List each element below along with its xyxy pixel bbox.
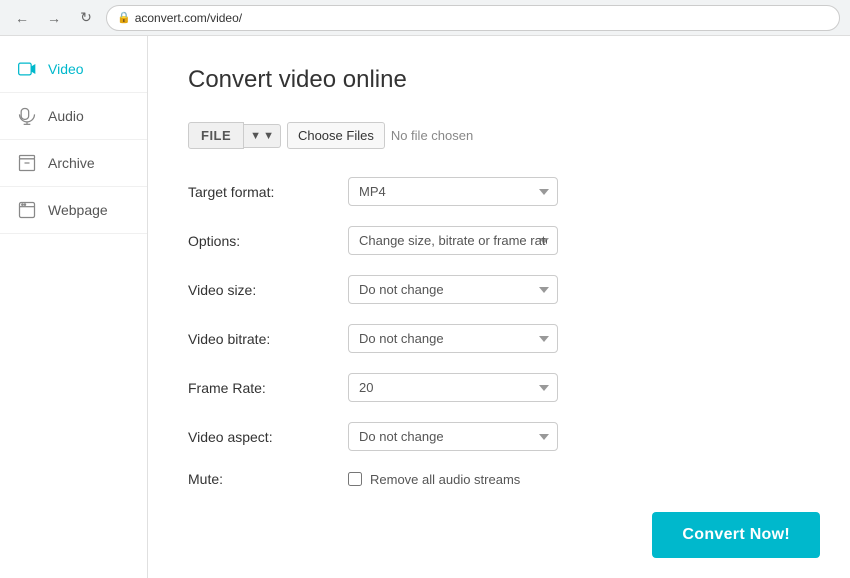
video-icon: [16, 58, 38, 80]
video-aspect-label: Video aspect:: [188, 429, 348, 445]
sidebar-label-archive: Archive: [48, 155, 95, 171]
sidebar-label-video: Video: [48, 61, 84, 77]
file-dropdown-button[interactable]: ▼ ▼: [244, 124, 281, 148]
mute-row: Mute: Remove all audio streams: [188, 471, 810, 487]
archive-icon: [16, 152, 38, 174]
frame-rate-label: Frame Rate:: [188, 380, 348, 396]
page-title: Convert video online: [188, 66, 810, 94]
url-text: aconvert.com/video/: [135, 11, 242, 25]
audio-icon: [16, 105, 38, 127]
sidebar-label-webpage: Webpage: [48, 202, 108, 218]
dropdown-arrow-icon: ▼: [250, 130, 261, 142]
browser-chrome: ← → ↻ 🔒 aconvert.com/video/: [0, 0, 850, 36]
lock-icon: 🔒: [117, 11, 131, 24]
mute-label: Mute:: [188, 471, 348, 487]
app-layout: Video Audio Archive: [0, 36, 850, 578]
video-bitrate-row: Video bitrate: Do not change: [188, 324, 810, 353]
sidebar-item-audio[interactable]: Audio: [0, 93, 147, 140]
video-bitrate-label: Video bitrate:: [188, 331, 348, 347]
options-row: Options: Change size, bitrate or frame r…: [188, 226, 810, 255]
file-btn-group: FILE ▼ ▼: [188, 122, 281, 149]
sidebar: Video Audio Archive: [0, 36, 148, 578]
back-button[interactable]: ←: [10, 6, 34, 30]
convert-btn-container: Convert Now!: [652, 512, 820, 558]
forward-button[interactable]: →: [42, 6, 66, 30]
video-aspect-select[interactable]: Do not change: [348, 422, 558, 451]
address-bar[interactable]: 🔒 aconvert.com/video/: [106, 5, 840, 31]
mute-checkbox-label: Remove all audio streams: [370, 472, 520, 487]
sidebar-label-audio: Audio: [48, 108, 84, 124]
webpage-icon: [16, 199, 38, 221]
target-format-row: Target format: MP4: [188, 177, 810, 206]
dropdown-extra-icon: ▼: [263, 130, 274, 142]
sidebar-item-archive[interactable]: Archive: [0, 140, 147, 187]
main-content: Convert video online FILE ▼ ▼ Choose Fil…: [148, 36, 850, 578]
video-size-select[interactable]: Do not change: [348, 275, 558, 304]
choose-files-button[interactable]: Choose Files: [287, 122, 385, 149]
options-label: Options:: [188, 233, 348, 249]
no-file-text: No file chosen: [391, 128, 473, 143]
video-aspect-row: Video aspect: Do not change: [188, 422, 810, 451]
file-input-row: FILE ▼ ▼ Choose Files No file chosen: [188, 122, 810, 149]
convert-now-button[interactable]: Convert Now!: [652, 512, 820, 558]
video-size-row: Video size: Do not change: [188, 275, 810, 304]
frame-rate-select[interactable]: 20: [348, 373, 558, 402]
file-button[interactable]: FILE: [188, 122, 244, 149]
sidebar-item-webpage[interactable]: Webpage: [0, 187, 147, 234]
refresh-button[interactable]: ↻: [74, 6, 98, 30]
mute-checkbox[interactable]: [348, 472, 362, 486]
target-format-select[interactable]: MP4: [348, 177, 558, 206]
sidebar-item-video[interactable]: Video: [0, 46, 147, 93]
video-bitrate-select[interactable]: Do not change: [348, 324, 558, 353]
frame-rate-row: Frame Rate: 20: [188, 373, 810, 402]
video-size-label: Video size:: [188, 282, 348, 298]
target-format-label: Target format:: [188, 184, 348, 200]
options-select[interactable]: Change size, bitrate or frame rate: [348, 226, 558, 255]
